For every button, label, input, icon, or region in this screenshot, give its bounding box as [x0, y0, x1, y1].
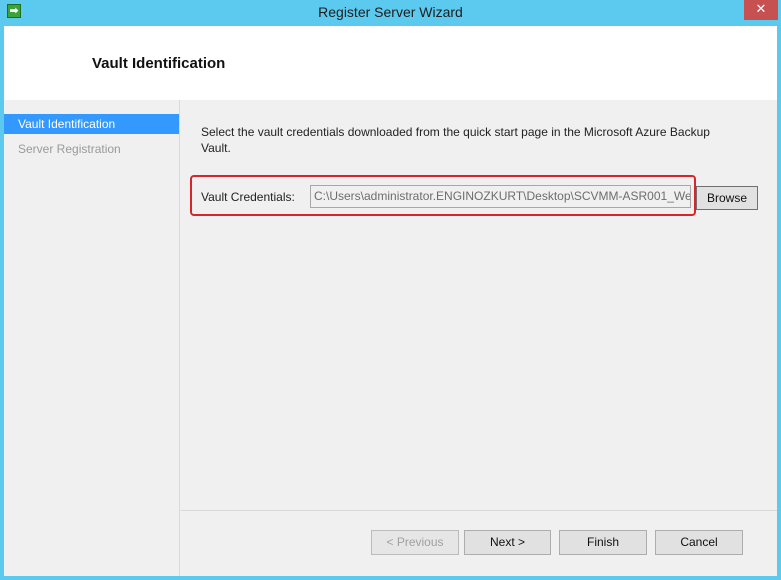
wizard-window: ➡ Register Server Wizard ✕ Vault Identif… [0, 0, 781, 580]
nav-item-server-registration[interactable]: Server Registration [4, 139, 179, 159]
window-title: Register Server Wizard [318, 4, 463, 20]
title-bar: ➡ Register Server Wizard ✕ [0, 0, 781, 26]
page-title: Vault Identification [92, 55, 226, 72]
vault-credentials-field[interactable]: C:\Users\administrator.ENGINOZKURT\Deskt… [310, 185, 691, 208]
browse-button[interactable]: Browse [696, 186, 758, 210]
wizard-content: Vault Identification Vault Identificatio… [4, 26, 777, 576]
cancel-button[interactable]: Cancel [655, 530, 743, 555]
finish-button[interactable]: Finish [559, 530, 647, 555]
previous-button[interactable]: < Previous [371, 530, 459, 555]
wizard-nav: Vault Identification Server Registration [4, 100, 180, 576]
main-panel: Select the vault credentials downloaded … [181, 100, 777, 576]
close-button[interactable]: ✕ [744, 0, 778, 20]
next-button[interactable]: Next > [464, 530, 551, 555]
nav-item-vault-identification[interactable]: Vault Identification [4, 114, 179, 134]
footer-divider [181, 510, 777, 511]
instructions-text: Select the vault credentials downloaded … [201, 125, 710, 155]
wizard-header: Vault Identification [4, 26, 777, 100]
vault-credentials-label: Vault Credentials: [201, 190, 295, 204]
